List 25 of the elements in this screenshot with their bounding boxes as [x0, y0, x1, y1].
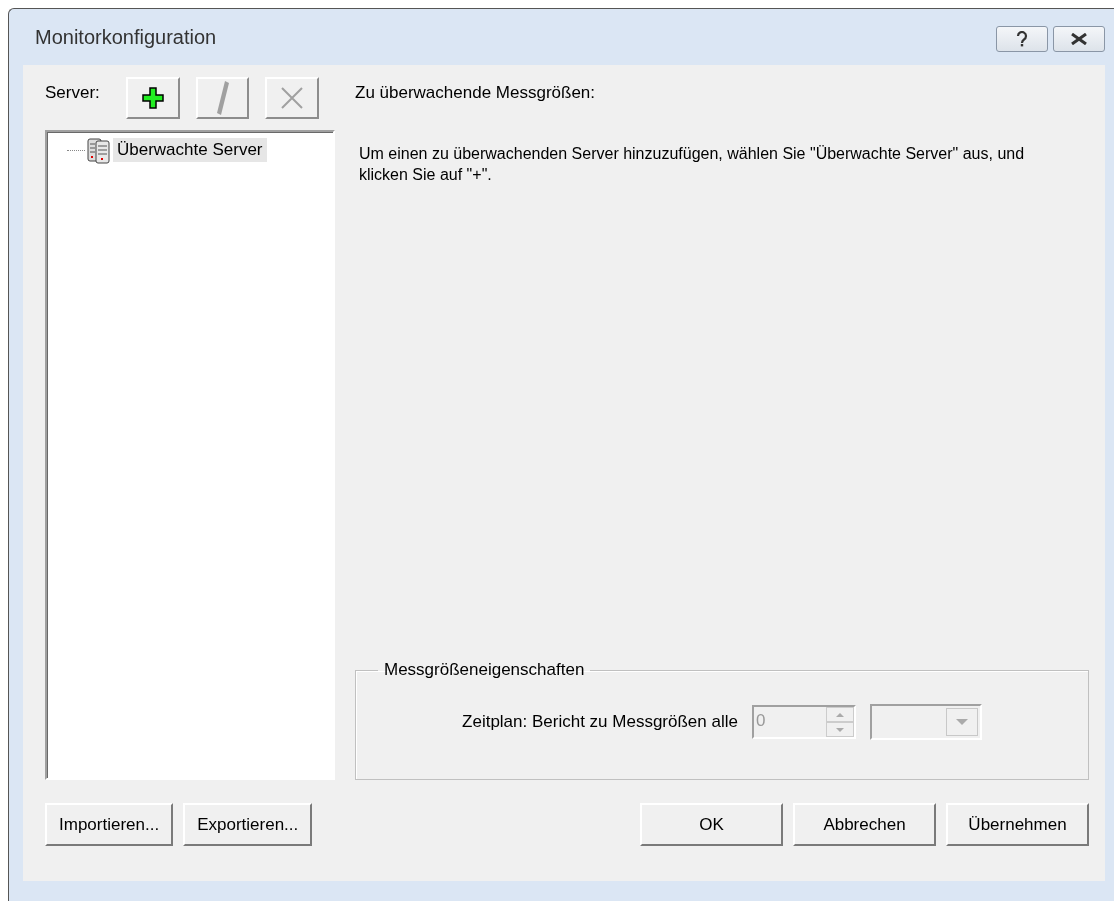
- tree-item[interactable]: Überwachte Server: [113, 138, 267, 162]
- down-arrow-icon: [835, 727, 844, 732]
- add-button[interactable]: [126, 77, 180, 119]
- window-title: Monitorkonfiguration: [34, 25, 217, 49]
- help-button[interactable]: [996, 26, 1048, 52]
- dialog-button[interactable]: Abbrechen: [793, 803, 936, 846]
- hint-text: Um einen zu überwachenden Server hinzuzufügen, wählen Sie "Überwachte Server" aus, und klicken Sie auf "+".: [358, 144, 1026, 185]
- close-icon: [280, 86, 305, 110]
- dialog-button[interactable]: Übernehmen: [946, 803, 1089, 846]
- plus-icon: [141, 87, 164, 109]
- action-button[interactable]: Exportieren...: [183, 803, 313, 846]
- server-tree[interactable]: Überwachte Server: [45, 130, 335, 780]
- help-icon: [1016, 31, 1028, 47]
- dialog-button[interactable]: OK: [640, 803, 783, 846]
- server-icon: [87, 136, 111, 164]
- close-icon: [1070, 33, 1088, 45]
- up-arrow-icon: [835, 712, 844, 717]
- dropdown-arrow-icon: [955, 719, 968, 725]
- pencil-icon: [215, 80, 230, 116]
- metrics-label: Zu überwachende Messgrößen:: [355, 82, 597, 103]
- schedule-label: Zeitplan: Bericht zu Messgrößen alle: [462, 712, 738, 732]
- group-title: Messgrößeneigenschaften: [383, 660, 586, 680]
- action-button[interactable]: Importieren...: [45, 803, 174, 846]
- server-label: Server:: [45, 82, 101, 103]
- close-button[interactable]: [1053, 26, 1105, 52]
